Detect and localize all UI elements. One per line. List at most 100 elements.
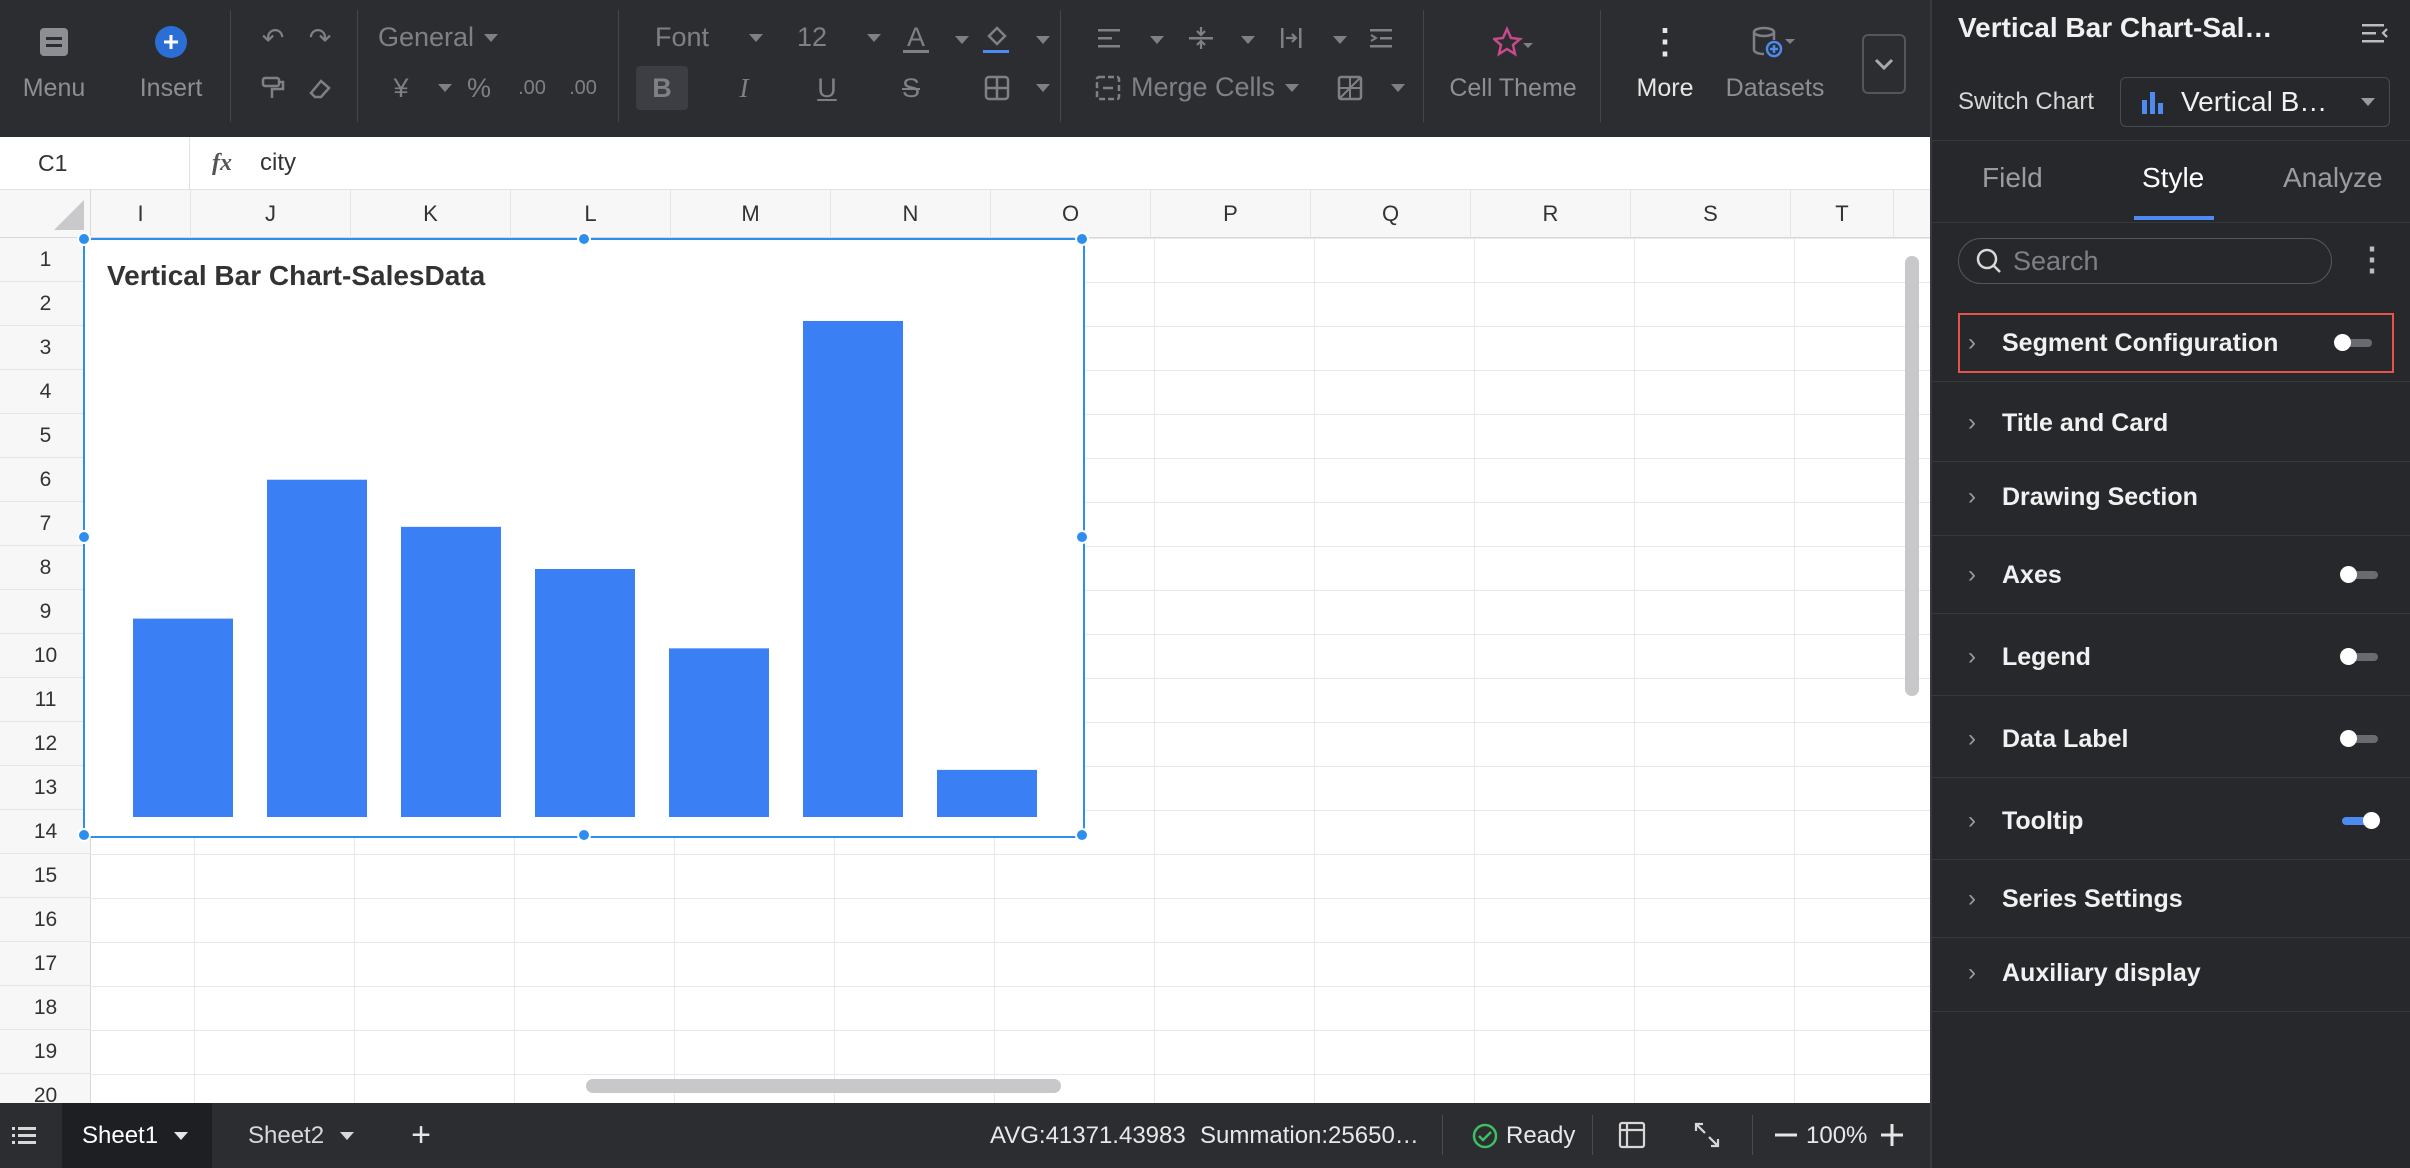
row-header-15[interactable]: 15 [0,854,91,898]
resize-handle-bottom[interactable] [577,828,591,842]
currency-caret-icon[interactable] [438,84,452,92]
chart-bar[interactable] [937,769,1037,817]
toggle-switch[interactable] [2340,566,2378,583]
chart-bar[interactable] [669,648,769,817]
more-button[interactable]: ⋮ More [1625,18,1705,103]
format-painter-icon[interactable] [255,70,291,106]
section-legend[interactable]: › Legend [1958,627,2398,687]
resize-handle-top-left[interactable] [77,232,91,246]
toggle-switch[interactable] [2340,730,2378,747]
row-header-10[interactable]: 10 [0,634,91,678]
borders-icon[interactable] [975,70,1019,106]
vertical-align-caret-icon[interactable] [1241,36,1255,44]
decrease-decimal-icon[interactable]: .00 [512,70,552,106]
resize-handle-top[interactable] [577,232,591,246]
freeze-panes-icon[interactable] [1618,1121,1646,1154]
column-header-p[interactable]: P [1151,190,1311,238]
column-header-i[interactable]: I [91,190,191,238]
vertical-align-icon[interactable] [1183,20,1219,56]
font-family-select[interactable]: Font [655,22,764,53]
row-header-5[interactable]: 5 [0,414,91,458]
row-header-18[interactable]: 18 [0,986,91,1030]
sheet-tab-sheet2[interactable]: Sheet2 [228,1103,378,1168]
section-tooltip[interactable]: › Tooltip [1958,791,2398,851]
section-segment-configuration[interactable]: › Segment Configuration [1958,313,2394,373]
resize-handle-left[interactable] [77,530,91,544]
row-header-17[interactable]: 17 [0,942,91,986]
percent-icon[interactable]: % [462,70,496,106]
row-header-1[interactable]: 1 [0,238,91,282]
panel-more-icon[interactable]: ⋮ [2356,240,2388,278]
chart-bar[interactable] [803,321,903,817]
merge-cells-button[interactable]: Merge Cells [1095,72,1300,103]
cell-style-caret-icon[interactable] [1391,84,1405,92]
font-color-caret-icon[interactable] [955,36,969,44]
fullscreen-icon[interactable] [1693,1121,1721,1154]
row-header-6[interactable]: 6 [0,458,91,502]
row-header-16[interactable]: 16 [0,898,91,942]
chart-bar[interactable] [401,526,501,817]
font-color-icon[interactable]: A [898,16,934,60]
align-left-caret-icon[interactable] [1150,36,1164,44]
column-header-o[interactable]: O [991,190,1151,238]
column-header-r[interactable]: R [1471,190,1631,238]
column-header-j[interactable]: J [191,190,351,238]
currency-icon[interactable]: ¥ [384,70,418,106]
row-header-4[interactable]: 4 [0,370,91,414]
insert-button[interactable]: Insert [135,18,207,103]
indent-icon[interactable] [1364,20,1400,56]
italic-icon[interactable]: I [722,70,766,106]
sheet-tab-sheet1[interactable]: Sheet1 [62,1103,212,1168]
collapse-panel-icon[interactable] [2360,18,2390,53]
row-header-11[interactable]: 11 [0,678,91,722]
add-sheet-icon[interactable]: + [406,1116,436,1154]
chart-bar[interactable] [535,569,635,817]
number-format-select[interactable]: General [378,22,499,53]
fill-color-caret-icon[interactable] [1036,36,1050,44]
tab-field[interactable]: Field [1982,162,2043,194]
sheet-list-icon[interactable] [10,1121,40,1151]
tab-style[interactable]: Style [2142,162,2204,194]
underline-icon[interactable]: U [805,70,849,106]
resize-handle-bottom-left[interactable] [77,828,91,842]
toggle-switch[interactable] [2340,648,2378,665]
row-header-8[interactable]: 8 [0,546,91,590]
row-header-9[interactable]: 9 [0,590,91,634]
section-drawing-section[interactable]: › Drawing Section [1958,467,2398,527]
cell-reference-box[interactable]: C1 [0,137,190,189]
toggle-switch[interactable] [2342,812,2380,829]
cell-theme-button[interactable]: Cell Theme [1448,18,1578,103]
section-data-label[interactable]: › Data Label [1958,709,2398,769]
chart-bar[interactable] [133,618,233,817]
zoom-in-icon[interactable] [1878,1121,1906,1149]
section-title-and-card[interactable]: › Title and Card [1958,393,2398,453]
column-header-t[interactable]: T [1791,190,1894,238]
align-left-icon[interactable] [1092,20,1128,56]
resize-handle-bottom-right[interactable] [1075,828,1089,842]
section-auxiliary-display[interactable]: › Auxiliary display [1958,943,2398,1003]
column-header-q[interactable]: Q [1311,190,1471,238]
resize-handle-top-right[interactable] [1075,232,1089,246]
cell-style-icon[interactable] [1332,70,1368,106]
formula-input[interactable]: city [260,137,296,189]
toggle-switch[interactable] [2334,334,2372,351]
text-wrap-icon[interactable] [1273,20,1309,56]
increase-decimal-icon[interactable]: .00 [563,70,603,106]
column-header-s[interactable]: S [1631,190,1791,238]
zoom-out-icon[interactable] [1772,1121,1800,1149]
expand-toolbar-button[interactable] [1862,34,1906,94]
undo-icon[interactable]: ↶ [255,20,291,56]
bold-icon[interactable]: B [640,70,684,106]
search-box[interactable]: Search [1958,238,2332,284]
row-header-12[interactable]: 12 [0,722,91,766]
tab-analyze[interactable]: Analyze [2283,162,2383,194]
column-header-n[interactable]: N [831,190,991,238]
section-axes[interactable]: › Axes [1958,545,2398,605]
borders-caret-icon[interactable] [1036,84,1050,92]
column-header-m[interactable]: M [671,190,831,238]
horizontal-scrollbar[interactable] [586,1079,1061,1093]
row-header-2[interactable]: 2 [0,282,91,326]
vertical-scrollbar[interactable] [1905,256,1919,696]
chart-type-select[interactable]: Vertical B… [2120,77,2390,127]
eraser-icon[interactable] [302,70,338,106]
